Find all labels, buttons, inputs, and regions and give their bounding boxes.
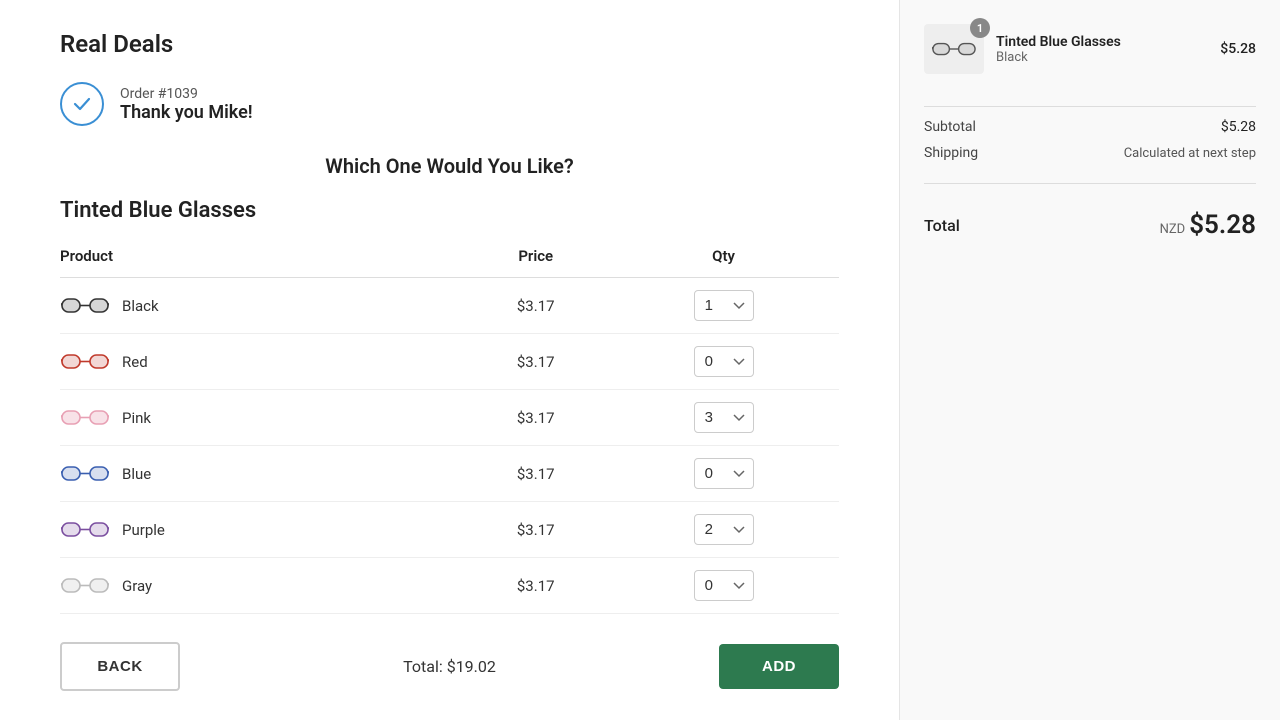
col-header-qty: Qty <box>608 239 839 278</box>
table-row: Purple $3.17 012345678910 <box>60 502 839 558</box>
add-button[interactable]: ADD <box>719 644 839 689</box>
glasses-icon <box>60 291 110 321</box>
product-color-name: Black <box>122 297 159 315</box>
table-row: Blue $3.17 012345678910 <box>60 446 839 502</box>
qty-cell: 012345678910 <box>608 502 839 558</box>
price-cell: $3.17 <box>463 390 608 446</box>
glasses-icon <box>60 347 110 377</box>
divider-2 <box>924 183 1256 184</box>
product-cell: Red <box>60 347 463 377</box>
qty-cell: 012345678910 <box>608 278 839 334</box>
table-row: Black $3.17 012345678910 <box>60 278 839 334</box>
total-amount: NZD $5.28 <box>1160 210 1256 240</box>
order-number: Order #1039 <box>120 86 253 102</box>
cart-item-name: Tinted Blue Glasses <box>996 34 1208 50</box>
product-cell: Blue <box>60 459 463 489</box>
subtotal-row: Subtotal $5.28 <box>924 119 1256 135</box>
product-table: Product Price Qty Black $3.1701 <box>60 239 839 614</box>
col-header-price: Price <box>463 239 608 278</box>
qty-cell: 012345678910 <box>608 334 839 390</box>
product-cell: Purple <box>60 515 463 545</box>
order-confirmation: Order #1039 Thank you Mike! <box>60 82 839 126</box>
cart-badge: 1 <box>970 18 990 38</box>
divider-1 <box>924 106 1256 107</box>
cart-item-variant: Black <box>996 50 1208 65</box>
shipping-row: Shipping Calculated at next step <box>924 145 1256 161</box>
qty-select[interactable]: 012345678910 <box>694 346 754 377</box>
product-cell: Black <box>60 291 463 321</box>
qty-select[interactable]: 012345678910 <box>694 402 754 433</box>
glasses-icon <box>60 571 110 601</box>
qty-cell: 012345678910 <box>608 446 839 502</box>
qty-select[interactable]: 012345678910 <box>694 458 754 489</box>
qty-cell: 012345678910 <box>608 558 839 614</box>
qty-select[interactable]: 012345678910 <box>694 514 754 545</box>
total-price: $5.28 <box>1189 210 1256 240</box>
cart-item: 1 Tinted Blue Glasses Black $5.28 <box>924 24 1256 74</box>
table-row: Pink $3.17 012345678910 <box>60 390 839 446</box>
store-title: Real Deals <box>60 30 839 58</box>
cart-item-info: Tinted Blue Glasses Black <box>996 34 1208 65</box>
product-color-name: Red <box>122 353 148 371</box>
left-panel: Real Deals Order #1039 Thank you Mike! W… <box>0 0 900 720</box>
price-cell: $3.17 <box>463 502 608 558</box>
product-color-name: Pink <box>122 409 151 427</box>
total-label: Total <box>924 216 960 235</box>
product-color-name: Gray <box>122 577 152 595</box>
right-panel: 1 Tinted Blue Glasses Black $5.28 Subtot… <box>900 0 1280 720</box>
product-heading: Tinted Blue Glasses <box>60 198 839 223</box>
check-circle-icon <box>60 82 104 126</box>
cart-item-image: 1 <box>924 24 984 74</box>
order-text: Order #1039 Thank you Mike! <box>120 86 253 123</box>
shipping-label: Shipping <box>924 145 978 161</box>
qty-select[interactable]: 012345678910 <box>694 290 754 321</box>
table-row: Red $3.17 012345678910 <box>60 334 839 390</box>
product-cell: Gray <box>60 571 463 601</box>
bottom-bar: BACK Total: $19.02 ADD <box>60 642 839 691</box>
cart-item-price: $5.28 <box>1220 41 1256 57</box>
glasses-icon <box>60 515 110 545</box>
thank-you-message: Thank you Mike! <box>120 102 253 123</box>
back-button[interactable]: BACK <box>60 642 180 691</box>
qty-cell: 012345678910 <box>608 390 839 446</box>
order-total-text: Total: $19.02 <box>204 657 695 676</box>
total-currency: NZD <box>1160 222 1186 237</box>
price-cell: $3.17 <box>463 558 608 614</box>
glasses-icon <box>60 403 110 433</box>
price-cell: $3.17 <box>463 278 608 334</box>
total-row: Total NZD $5.28 <box>924 210 1256 240</box>
table-row: Gray $3.17 012345678910 <box>60 558 839 614</box>
price-cell: $3.17 <box>463 334 608 390</box>
glasses-icon <box>60 459 110 489</box>
product-cell: Pink <box>60 403 463 433</box>
shipping-value: Calculated at next step <box>1124 146 1256 161</box>
product-color-name: Purple <box>122 521 165 539</box>
subtotal-label: Subtotal <box>924 119 976 135</box>
subtotal-value: $5.28 <box>1221 119 1256 135</box>
qty-select[interactable]: 012345678910 <box>694 570 754 601</box>
price-cell: $3.17 <box>463 446 608 502</box>
product-color-name: Blue <box>122 465 151 483</box>
upsell-prompt: Which One Would You Like? <box>60 154 839 178</box>
col-header-product: Product <box>60 239 463 278</box>
